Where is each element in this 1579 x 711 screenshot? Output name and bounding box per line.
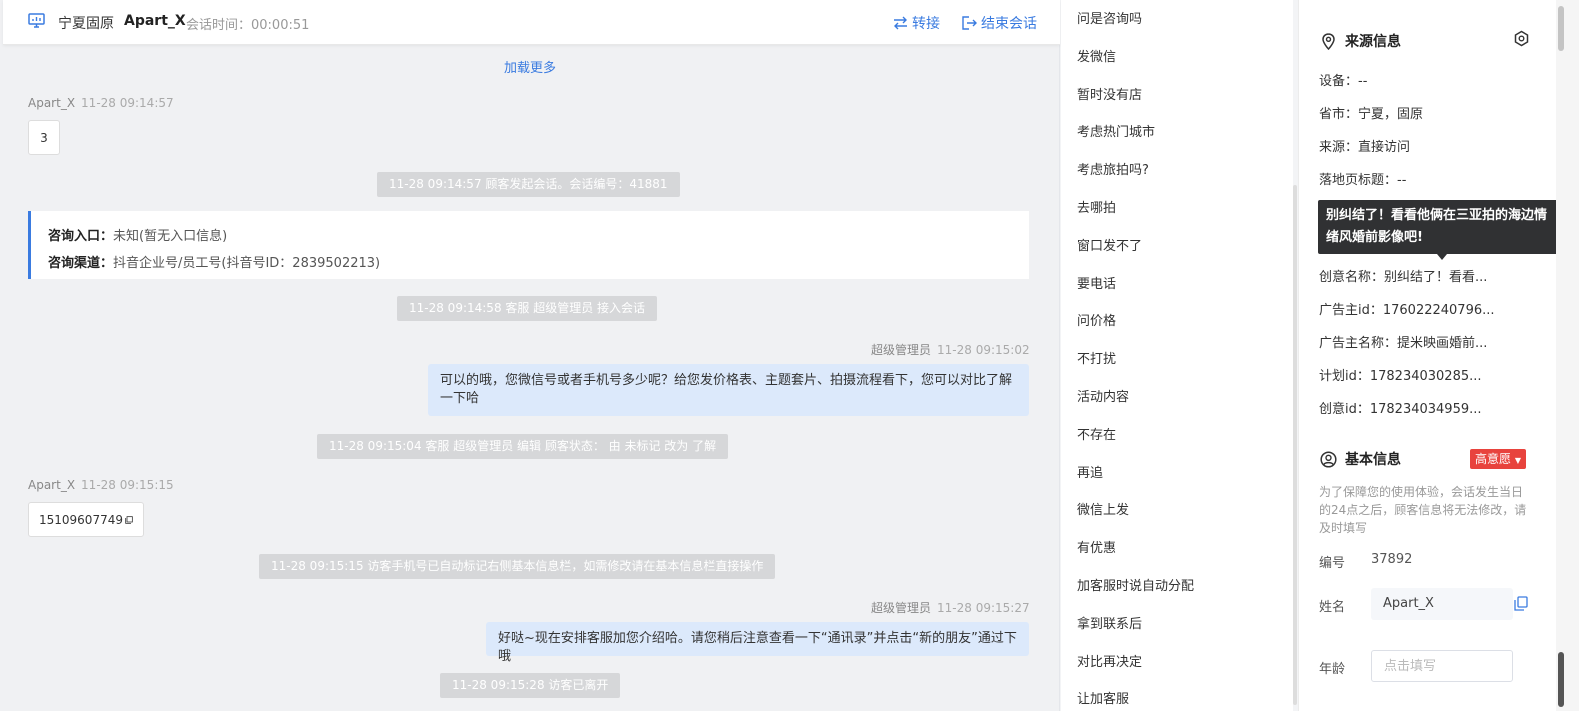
monitor-icon	[28, 13, 45, 28]
quick-reply-item[interactable]: 不存在	[1077, 424, 1116, 443]
copy-icon[interactable]	[1514, 596, 1528, 611]
visitor-name: Apart_X	[124, 13, 186, 29]
consult-entry: 咨询入口：未知(暂无入口信息)	[48, 229, 228, 244]
settings-icon[interactable]	[1513, 30, 1530, 47]
message-time: 11-28 09:15:27	[937, 601, 1030, 615]
message-sender: 超级管理员	[871, 343, 932, 357]
intent-badge[interactable]: 高意愿 ▼	[1470, 449, 1526, 469]
id-label: 编号	[1319, 556, 1346, 571]
system-message: 11-28 09:14:57 顾客发起会话。会话编号：41881	[377, 172, 680, 197]
visitor-location: 宁夏固原	[58, 16, 114, 32]
message-meta: Apart_X 11-28 09:14:57	[28, 96, 174, 110]
source-info-title: 来源信息	[1320, 31, 1401, 51]
quick-reply-item[interactable]: 有优惠	[1077, 537, 1116, 556]
age-label: 年龄	[1319, 662, 1346, 677]
source-info-row: 广告主id：176022240796...	[1319, 303, 1495, 318]
source-info-row: 广告主名称：提米映画婚前...	[1319, 336, 1488, 351]
quick-reply-item[interactable]: 让加客服	[1077, 688, 1129, 707]
quick-reply-item[interactable]: 要电话	[1077, 273, 1116, 292]
agent-message: 可以的哦，您微信号或者手机号多少呢？给您发价格表、主题套片、拍摄流程看下，您可以…	[428, 364, 1029, 416]
system-message: 11-28 09:15:28 访客已离开	[440, 673, 621, 698]
visitor-message: 15109607749	[28, 502, 144, 537]
id-value: 37892	[1371, 552, 1413, 567]
quick-reply-item[interactable]: 再追	[1077, 462, 1103, 481]
quick-reply-item[interactable]: 拿到联系后	[1077, 613, 1142, 632]
agent-message: 好哒~现在安排客服加您介绍哈。请您稍后注意查看一下“通讯录”并点击“新的朋友”通…	[486, 622, 1029, 664]
system-message: 11-28 09:14:58 客服 超级管理员 接入会话	[397, 296, 658, 321]
quick-reply-item[interactable]: 加客服时说自动分配	[1077, 575, 1194, 594]
message-sender: Apart_X	[28, 96, 76, 110]
user-circle-icon	[1320, 450, 1337, 468]
load-more-link[interactable]: 加载更多	[0, 57, 1060, 76]
basic-info-title: 基本信息	[1320, 449, 1401, 469]
source-info-row: 计划id：178234030285...	[1319, 369, 1482, 384]
source-info-row: 创意id：178234034959...	[1319, 402, 1482, 417]
message-meta: 超级管理员 11-28 09:15:02	[871, 341, 1030, 358]
message-sender: Apart_X	[28, 478, 76, 492]
chat-header: 宁夏固原 Apart_X 会话时间：00:00:51 转接 结束会话	[3, 0, 1060, 45]
name-field[interactable]: Apart_X	[1371, 588, 1513, 620]
quick-reply-item[interactable]: 去哪拍	[1077, 197, 1116, 216]
quick-reply-item[interactable]: 问是咨询吗	[1077, 8, 1142, 27]
end-session-button[interactable]: 结束会话	[962, 13, 1037, 33]
quick-reply-item[interactable]: 考虑热门城市	[1077, 121, 1155, 140]
message-meta: Apart_X 11-28 09:15:15	[28, 478, 174, 492]
system-message: 11-28 09:15:04 客服 超级管理员 编辑 顾客状态： 由 未标记 改…	[317, 434, 729, 459]
tooltip-arrow	[1437, 254, 1447, 260]
consult-channel: 咨询渠道：抖音企业号/员工号(抖音号ID：2839502213)	[48, 256, 381, 271]
source-info-row: 设备：--	[1319, 74, 1368, 89]
source-info-row: 来源：直接访问	[1319, 140, 1411, 155]
consult-info-card: 咨询入口：未知(暂无入口信息) 咨询渠道：抖音企业号/员工号(抖音号ID：283…	[28, 211, 1029, 279]
quick-reply-scrollbar[interactable]	[1293, 185, 1297, 705]
age-input[interactable]	[1371, 650, 1513, 682]
end-session-label: 结束会话	[981, 16, 1037, 32]
message-sender: 超级管理员	[871, 601, 932, 615]
quick-reply-item[interactable]: 窗口发不了	[1077, 235, 1142, 254]
phone-number: 15109607749	[39, 512, 123, 527]
quick-reply-item[interactable]: 暂时没有店	[1077, 84, 1142, 103]
transfer-button[interactable]: 转接	[893, 13, 940, 33]
transfer-icon	[894, 16, 907, 30]
page-scrollbar[interactable]	[1556, 0, 1579, 711]
source-info-row: 创意名称：别纠结了！看看...	[1319, 270, 1488, 285]
session-time: 会话时间：00:00:51	[186, 18, 310, 33]
caret-down-icon: ▼	[1514, 456, 1521, 465]
chat-panel: 宁夏固原 Apart_X 会话时间：00:00:51 转接 结束会话 加载更多 …	[0, 0, 1060, 711]
quick-reply-item[interactable]: 活动内容	[1077, 386, 1129, 405]
tooltip: 别纠结了！看看他俩在三亚拍的海边情绪风婚前影像吧!	[1318, 200, 1564, 254]
quick-reply-item[interactable]: 考虑旅拍吗?	[1077, 159, 1149, 178]
source-info-row: 省市：宁夏，固原	[1319, 107, 1424, 122]
location-pin-icon	[1322, 32, 1335, 50]
visitor-message: 3	[28, 120, 60, 155]
message-meta: 超级管理员 11-28 09:15:27	[871, 599, 1030, 616]
quick-reply-item[interactable]: 对比再决定	[1077, 651, 1142, 670]
edit-notice: 为了保障您的使用体验，会话发生当日的24点之后，顾客信息将无法修改，请及时填写	[1319, 485, 1527, 535]
quick-reply-item[interactable]: 问价格	[1077, 310, 1116, 329]
message-time: 11-28 09:15:15	[81, 478, 174, 492]
message-time: 11-28 09:15:02	[937, 343, 1030, 357]
quick-reply-item[interactable]: 微信上发	[1077, 499, 1129, 518]
system-message: 11-28 09:15:15 访客手机号已自动标记右侧基本信息栏，如需修改请在基…	[259, 554, 776, 579]
quick-reply-item[interactable]: 发微信	[1077, 46, 1116, 65]
transfer-label: 转接	[912, 16, 940, 32]
scrollbar-thumb[interactable]	[1558, 6, 1564, 51]
message-time: 11-28 09:14:57	[81, 96, 174, 110]
source-info-row: 落地页标题：--	[1319, 173, 1407, 188]
quick-reply-item[interactable]: 不打扰	[1077, 348, 1116, 367]
name-label: 姓名	[1319, 600, 1346, 615]
exit-icon	[962, 16, 977, 30]
copy-icon[interactable]	[125, 514, 133, 526]
scrollbar-thumb-active[interactable]	[1558, 652, 1564, 707]
